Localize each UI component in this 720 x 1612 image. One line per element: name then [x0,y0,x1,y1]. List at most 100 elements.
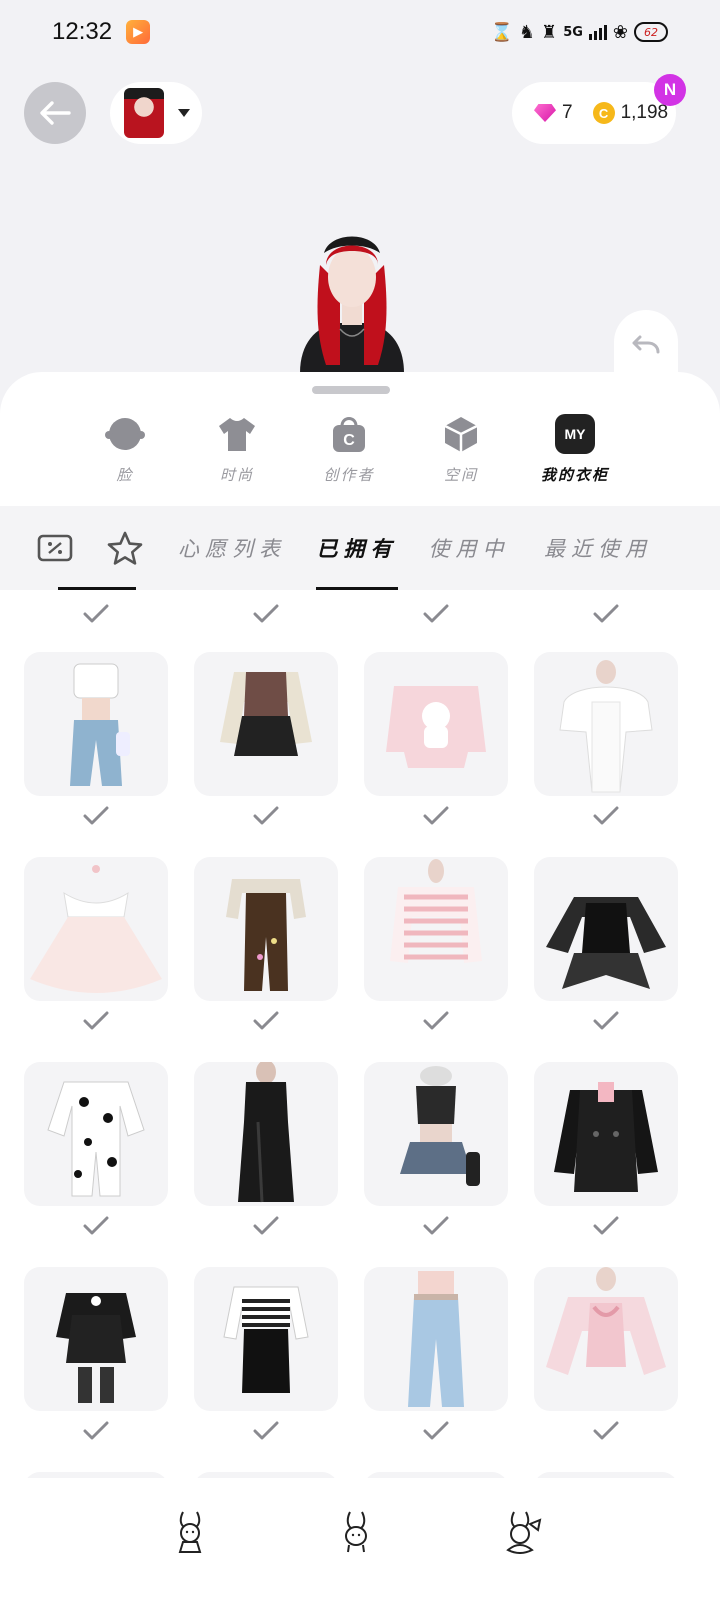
closet-item[interactable] [364,1062,508,1206]
hourglass-icon: ⌛ [490,21,513,43]
battery-icon: 62 [634,22,668,42]
outfit-image [223,1286,309,1393]
category-face[interactable]: 脸 [70,414,180,485]
owned-check-icon [251,1009,281,1033]
closet-sheet: 脸 时尚 C 创作者 空间 MY 我的衣柜 心愿列表 已拥有 使用中 最近使用 [0,372,720,1612]
filter-bar: 心愿列表 已拥有 使用中 最近使用 [0,506,720,590]
bottom-nav [0,1478,720,1612]
owned-check-icon [251,602,281,626]
closet-item[interactable] [194,652,338,796]
outfit-image [559,660,653,793]
closet-item[interactable] [194,1267,338,1411]
outfit-image [554,1082,658,1192]
notification-icon: ♜ [541,21,558,43]
outfit-image [386,686,486,768]
owned-check-icon [591,1009,621,1033]
outfit-image [390,859,482,963]
battery-level: 62 [644,25,658,39]
my-closet-icon: MY [555,414,595,454]
coin-count: 1,198 [620,102,669,123]
closet-item[interactable] [534,1267,678,1411]
owned-check-icon [591,1214,621,1238]
video-app-icon: ▶ [126,20,151,44]
closet-item[interactable] [24,857,168,1001]
outfit-image [546,1267,666,1375]
bunny-icon[interactable] [334,1508,378,1556]
category-label: 创作者 [323,466,375,484]
currency-balance[interactable]: 7 C 1,198 [512,82,676,144]
closet-item[interactable] [24,1062,168,1206]
outfit-image [238,1062,294,1203]
tshirt-icon [217,414,257,454]
signal-icon [588,24,607,40]
category-label: 时尚 [219,466,254,484]
owned-check-icon [81,1214,111,1238]
category-fashion[interactable]: 时尚 [182,414,292,485]
gem-count: 7 [562,102,573,123]
owned-check-icon [81,804,111,828]
tab-owned[interactable]: 已拥有 [312,506,402,590]
closet-item[interactable] [534,1062,678,1206]
owned-check-icon [81,602,111,626]
star-icon [107,531,143,565]
caret-down-icon [178,109,190,117]
outfit-image [56,1293,136,1403]
outfit-image [226,879,306,991]
avatar [124,88,164,138]
arrow-left-icon [40,101,71,125]
face-icon [105,414,145,454]
closet-item[interactable] [24,652,168,796]
bunny-status-icon: ❀ [612,21,628,43]
closet-item[interactable] [24,1267,168,1411]
owned-check-icon [591,1419,621,1443]
coupon-icon [37,534,73,562]
coupon-filter[interactable] [30,506,80,590]
tab-recently-used[interactable]: 最近使用 [538,506,658,590]
owned-check-icon [591,804,621,828]
category-creator[interactable]: C 创作者 [294,414,404,485]
back-button[interactable] [24,82,86,144]
closet-item[interactable] [364,1267,508,1411]
owned-check-icon [421,1009,451,1033]
owned-check-icon [421,602,451,626]
owned-check-icon [421,804,451,828]
closet-item[interactable] [194,857,338,1001]
category-label: 空间 [443,466,478,484]
drag-handle[interactable] [312,386,390,394]
category-my-closet[interactable]: MY 我的衣柜 [520,414,630,485]
owned-check-icon [251,1214,281,1238]
owned-check-icon [591,602,621,626]
owned-check-icon [421,1214,451,1238]
notification-icon: ♞ [518,21,536,43]
category-label: 脸 [116,466,134,484]
outfit-image [546,897,666,989]
category-label: 我的衣柜 [540,466,609,484]
owned-check-icon [421,1419,451,1443]
tab-in-use[interactable]: 使用中 [424,506,514,590]
avatar-selector[interactable] [110,82,202,144]
status-time: 12:32 [52,18,113,45]
gem-icon [534,104,556,122]
outfit-image [400,1066,480,1186]
closet-item[interactable] [194,1062,338,1206]
undo-icon [632,335,660,354]
closet-item[interactable] [364,857,508,1001]
status-bar: 12:32 ▶ ⌛ ♞ ♜ 5G ❀ 62 [0,0,720,64]
outfit-image [30,865,162,993]
closet-item[interactable] [364,652,508,796]
notification-badge[interactable]: N [654,74,686,106]
tab-wishlist[interactable]: 心愿列表 [172,506,292,590]
outfit-image [408,1271,464,1407]
closet-item[interactable] [534,652,678,796]
creator-bag-icon: C [329,414,369,454]
favorites-filter[interactable] [100,506,150,590]
bunny-bow-icon[interactable] [500,1508,544,1556]
owned-check-icon [251,804,281,828]
closet-item[interactable] [534,857,678,1001]
category-space[interactable]: 空间 [406,414,516,485]
avatar-preview[interactable] [296,225,408,373]
owned-check-icon [251,1419,281,1443]
coin-icon: C [592,102,615,124]
bunny-girl-icon[interactable] [168,1508,212,1556]
outfit-image [47,1081,145,1197]
